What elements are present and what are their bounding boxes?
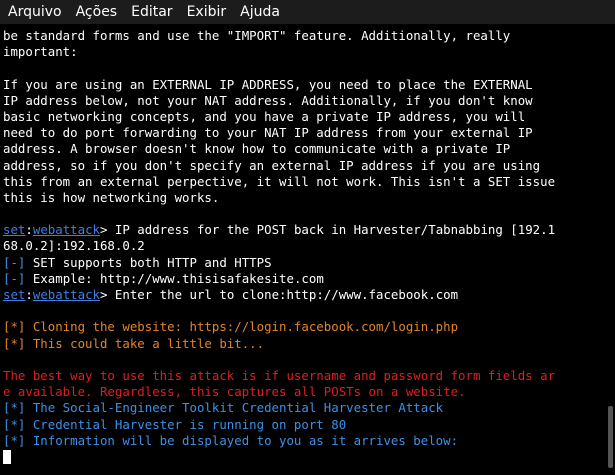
info-tag: [-]	[3, 254, 26, 270]
status-text: [*] This could take a little bit...	[3, 335, 265, 351]
menu-acoes[interactable]: Ações	[70, 4, 124, 20]
line-text: address, so if you don't specify an exte…	[3, 157, 541, 173]
prompt-module: webattack	[32, 287, 100, 302]
terminal-line: address. A browser doesn't know how to c…	[3, 141, 603, 157]
terminal-line: 68.0.2]:192.168.0.2	[3, 238, 603, 254]
menu-exibir[interactable]: Exibir	[181, 4, 233, 20]
line-text: basic networking concepts, and you have …	[3, 108, 526, 124]
terminal-line: IP address below, not your NAT address. …	[3, 93, 603, 109]
terminal-line: [*] Credential Harvester is running on p…	[3, 417, 603, 433]
terminal-line: The best way to use this attack is if us…	[3, 368, 603, 384]
prompt-text: > Enter the url to clone:http://www.face…	[100, 287, 459, 302]
info-text: SET supports both HTTP and HTTPS	[25, 254, 272, 270]
line-text: If you are using an EXTERNAL IP ADDRESS,…	[3, 76, 533, 92]
terminal-line: [-] SET supports both HTTP and HTTPS	[3, 255, 603, 271]
terminal-line: basic networking concepts, and you have …	[3, 109, 603, 125]
status-text: [*] Cloning the website: https://login.f…	[3, 319, 459, 335]
terminal-line: address, so if you don't specify an exte…	[3, 158, 603, 174]
harvester-text: [*] Credential Harvester is running on p…	[3, 416, 347, 432]
terminal-line: be standard forms and use the "IMPORT" f…	[3, 28, 603, 44]
line-text: this is how networking works.	[3, 189, 220, 205]
prompt-module: webattack	[32, 222, 100, 238]
terminal-line: If you are using an EXTERNAL IP ADDRESS,…	[3, 77, 603, 93]
menu-editar[interactable]: Editar	[125, 4, 178, 20]
menu-ajuda[interactable]: Ajuda	[234, 4, 286, 20]
info-text: Example: http://www.thisisafakesite.com	[25, 270, 324, 286]
prompt-separator: :	[25, 222, 33, 238]
terminal-line: need to do port forwarding to your NAT I…	[3, 125, 603, 141]
warning-text: e available. Regardless, this captures a…	[3, 384, 466, 400]
terminal-line: [*] Information will be displayed to you…	[3, 433, 603, 449]
terminal-line: set:webattack> Enter the url to clone:ht…	[3, 287, 603, 303]
terminal-line: set:webattack> IP address for the POST b…	[3, 222, 603, 238]
line-text: need to do port forwarding to your NAT I…	[3, 125, 533, 141]
harvester-text: [*] The Social-Engineer Toolkit Credenti…	[3, 400, 444, 416]
harvester-text: [*] Information will be displayed to you…	[3, 432, 459, 448]
menu-bar: Arquivo Ações Editar Exibir Ajuda	[0, 0, 615, 24]
terminal-line: [*] This could take a little bit...	[3, 336, 603, 352]
line-text: 68.0.2]:192.168.0.2	[3, 238, 145, 254]
line-text: important:	[3, 44, 78, 60]
terminal-line: this from an external perpective, it wil…	[3, 174, 603, 190]
line-text: be standard forms and use the "IMPORT" f…	[3, 28, 511, 43]
prompt-set: set	[3, 222, 26, 238]
terminal-line: e available. Regardless, this captures a…	[3, 384, 603, 400]
terminal-line: [*] The Social-Engineer Toolkit Credenti…	[3, 400, 603, 416]
terminal-line: this is how networking works.	[3, 190, 603, 206]
prompt-set: set	[3, 287, 26, 302]
terminal-line: important:	[3, 44, 603, 60]
line-text: address. A browser doesn't know how to c…	[3, 141, 511, 157]
terminal-line	[3, 449, 603, 465]
line-text: this from an external perpective, it wil…	[3, 173, 556, 189]
prompt-text: > IP address for the POST back in Harves…	[100, 222, 556, 238]
info-tag: [-]	[3, 270, 26, 286]
scrollbar-thumb[interactable]	[608, 406, 613, 468]
line-text: IP address below, not your NAT address. …	[3, 92, 533, 108]
text-cursor	[3, 450, 11, 465]
menu-arquivo[interactable]: Arquivo	[0, 4, 68, 20]
warning-text: The best way to use this attack is if us…	[3, 367, 556, 383]
terminal-line: [*] Cloning the website: https://login.f…	[3, 319, 603, 335]
terminal-line: [-] Example: http://www.thisisafakesite.…	[3, 271, 603, 287]
terminal-output[interactable]: be standard forms and use the "IMPORT" f…	[3, 28, 603, 475]
prompt-separator: :	[25, 287, 33, 302]
